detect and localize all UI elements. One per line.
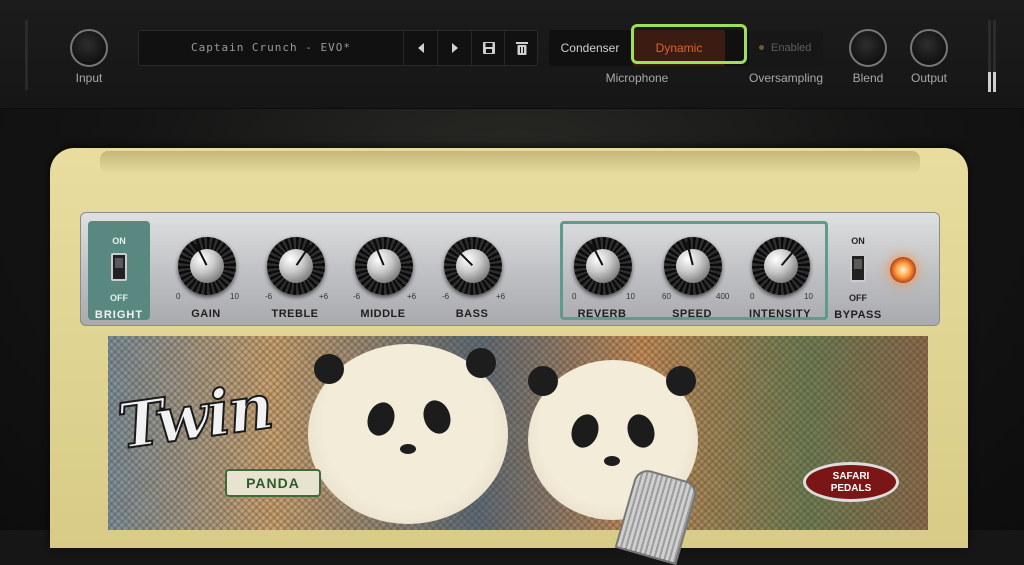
bright-switch[interactable] (111, 253, 127, 281)
bright-label: BRIGHT (94, 309, 144, 321)
knob-label: REVERB (577, 308, 627, 320)
knob-min-tick: -6 (442, 292, 450, 301)
knob-intensity[interactable] (752, 237, 810, 295)
prev-preset-button[interactable] (403, 31, 437, 65)
knob-gain[interactable] (178, 237, 236, 295)
brand-line-1: SAFARI (832, 471, 870, 482)
delete-preset-button[interactable] (504, 31, 538, 65)
input-label: Input (75, 71, 103, 85)
plugin-header: Input Captain Crunch - EVO* Condenser Dy… (0, 0, 1024, 109)
bright-off-label: OFF (110, 293, 128, 303)
bypass-off-label: OFF (849, 293, 867, 303)
knob-label: GAIN (191, 308, 221, 320)
knob-speed[interactable] (664, 237, 722, 295)
preset-bar: Captain Crunch - EVO* (138, 30, 538, 66)
knob-bass[interactable] (444, 237, 502, 295)
cabinet-handle (100, 151, 920, 173)
knob-cap (586, 249, 620, 283)
trash-icon (515, 42, 528, 55)
knob-max-tick: 10 (626, 292, 635, 301)
preset-name[interactable]: Captain Crunch - EVO* (139, 31, 403, 65)
knob-max-tick: 10 (230, 292, 239, 301)
blend-label: Blend (852, 71, 884, 85)
level-meter-fill (988, 72, 991, 92)
bypass-label: BYPASS (834, 309, 882, 321)
knob-label: INTENSITY (749, 308, 811, 320)
knob-cap (367, 249, 401, 283)
knob-min-tick: 0 (750, 292, 755, 301)
knob-min-tick: 60 (662, 292, 671, 301)
blend-knob[interactable] (849, 29, 887, 67)
knob-min-tick: -6 (353, 292, 361, 301)
knob-label: BASS (455, 308, 489, 320)
knob-label: TREBLE (271, 308, 319, 320)
knob-cap (190, 249, 224, 283)
knob-reverb[interactable] (574, 237, 632, 295)
selection-highlight (631, 24, 747, 64)
knob-max-tick: 400 (716, 292, 730, 301)
power-lamp (890, 257, 916, 283)
mic-condenser-option[interactable]: Condenser (549, 30, 631, 66)
safari-pedals-logo: SAFARI PEDALS (803, 462, 899, 502)
knob-min-tick: 0 (572, 292, 577, 301)
status-dot-icon (759, 45, 764, 50)
panda-left (308, 344, 508, 524)
knob-max-tick: +6 (319, 292, 329, 301)
panda-badge: PANDA (225, 469, 321, 497)
bypass-switch[interactable] (850, 254, 866, 282)
knob-treble[interactable] (267, 237, 325, 295)
knob-label: MIDDLE (360, 308, 406, 320)
save-icon (482, 42, 495, 54)
knob-middle[interactable] (355, 237, 413, 295)
input-knob[interactable] (70, 29, 108, 67)
save-preset-button[interactable] (471, 31, 505, 65)
next-preset-button[interactable] (437, 31, 471, 65)
knob-cap (676, 249, 710, 283)
bright-on-label: ON (112, 236, 126, 246)
knob-min-tick: 0 (176, 292, 181, 301)
knob-max-tick: 10 (804, 292, 813, 301)
chevron-left-icon (417, 43, 424, 53)
oversampling-label: Oversampling (748, 71, 824, 85)
knob-max-tick: +6 (496, 292, 506, 301)
knob-min-tick: -6 (265, 292, 273, 301)
knob-cap (279, 249, 313, 283)
brand-line-2: PEDALS (830, 483, 872, 494)
left-separator (25, 20, 28, 90)
microphone-label: Microphone (605, 71, 669, 85)
chevron-right-icon (451, 43, 458, 53)
oversampling-toggle[interactable]: Enabled (751, 30, 823, 66)
knob-label: SPEED (672, 308, 712, 320)
level-meter (988, 20, 996, 92)
output-knob[interactable] (910, 29, 948, 67)
oversampling-toggle-label: Enabled (771, 42, 812, 54)
bypass-on-label: ON (851, 236, 865, 246)
knob-max-tick: +6 (407, 292, 417, 301)
knob-cap (764, 249, 798, 283)
output-label: Output (910, 71, 948, 85)
